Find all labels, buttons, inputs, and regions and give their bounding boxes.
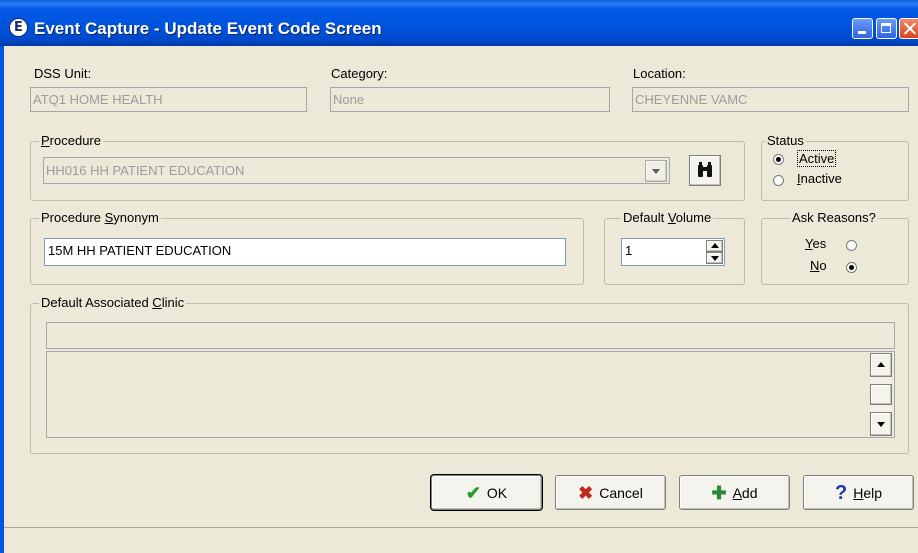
cancel-button[interactable]: ✖ Cancel <box>555 475 666 510</box>
procedure-synonym-input[interactable]: 15M HH PATIENT EDUCATION <box>44 238 566 266</box>
scroll-down-button[interactable] <box>870 412 892 436</box>
procedure-synonym-label: Procedure Synonym <box>39 210 161 225</box>
volume-spin-up-button[interactable] <box>706 240 723 252</box>
chevron-up-icon <box>877 362 885 367</box>
procedure-search-button[interactable] <box>689 155 721 186</box>
clinic-list[interactable] <box>46 351 895 438</box>
plus-icon: ✚ <box>711 482 727 503</box>
chevron-down-icon <box>711 256 719 261</box>
location-field: CHEYENNE VAMC <box>632 87 909 112</box>
default-clinic-field[interactable] <box>46 322 895 349</box>
default-clinic-label: Default Associated Clinic <box>39 295 187 310</box>
status-inactive-radio[interactable] <box>773 175 784 186</box>
checkmark-icon: ✔ <box>465 482 481 503</box>
add-button-label: Add <box>732 484 758 501</box>
x-icon: ✖ <box>578 482 594 503</box>
title-bar[interactable]: E Event Capture - Update Event Code Scre… <box>0 0 918 46</box>
status-active-radio[interactable] <box>773 154 784 165</box>
binoculars-icon <box>698 162 712 177</box>
status-inactive-label[interactable]: Inactive <box>797 171 842 186</box>
ask-reasons-yes-radio[interactable] <box>846 240 857 251</box>
ask-reasons-group: Ask Reasons? <box>761 210 909 285</box>
chevron-up-icon <box>711 243 719 248</box>
ask-reasons-no-label[interactable]: No <box>810 258 827 273</box>
scroll-up-button[interactable] <box>870 353 892 377</box>
procedure-dropdown-button[interactable] <box>645 160 667 182</box>
app-icon[interactable]: E <box>9 18 28 37</box>
cancel-button-label: Cancel <box>599 484 643 501</box>
question-icon: ? <box>834 481 848 504</box>
minimize-button[interactable] <box>852 18 873 39</box>
default-volume-label: Default Volume <box>621 210 714 225</box>
procedure-label: Procedure <box>39 133 103 148</box>
ok-button[interactable]: ✔ OK <box>430 474 543 511</box>
procedure-combobox[interactable]: HH016 HH PATIENT EDUCATION <box>43 157 670 184</box>
chevron-down-icon <box>652 169 660 174</box>
help-button[interactable]: ? Help <box>803 475 914 510</box>
category-field: None <box>330 87 610 112</box>
ask-reasons-no-radio[interactable] <box>846 262 857 273</box>
volume-spin-down-button[interactable] <box>706 252 723 264</box>
scroll-thumb[interactable] <box>870 384 892 405</box>
window-title: Event Capture - Update Event Code Screen <box>34 19 382 38</box>
close-button[interactable] <box>899 18 918 39</box>
dss-unit-label: DSS Unit: <box>34 66 92 81</box>
window-frame <box>0 46 4 553</box>
ask-reasons-yes-label[interactable]: Yes <box>805 236 826 251</box>
help-button-label: Help <box>853 484 883 501</box>
chevron-down-icon <box>877 422 885 427</box>
status-label: Status <box>765 133 806 148</box>
ok-button-label: OK <box>486 484 508 501</box>
location-label: Location: <box>633 66 686 81</box>
status-separator <box>4 527 918 528</box>
ask-reasons-label: Ask Reasons? <box>790 210 878 225</box>
dss-unit-field: ATQ1 HOME HEALTH <box>30 87 307 112</box>
status-active-label[interactable]: Active <box>797 150 837 167</box>
maximize-button[interactable] <box>876 18 897 39</box>
category-label: Category: <box>331 66 388 81</box>
add-button[interactable]: ✚ Add <box>679 475 790 510</box>
